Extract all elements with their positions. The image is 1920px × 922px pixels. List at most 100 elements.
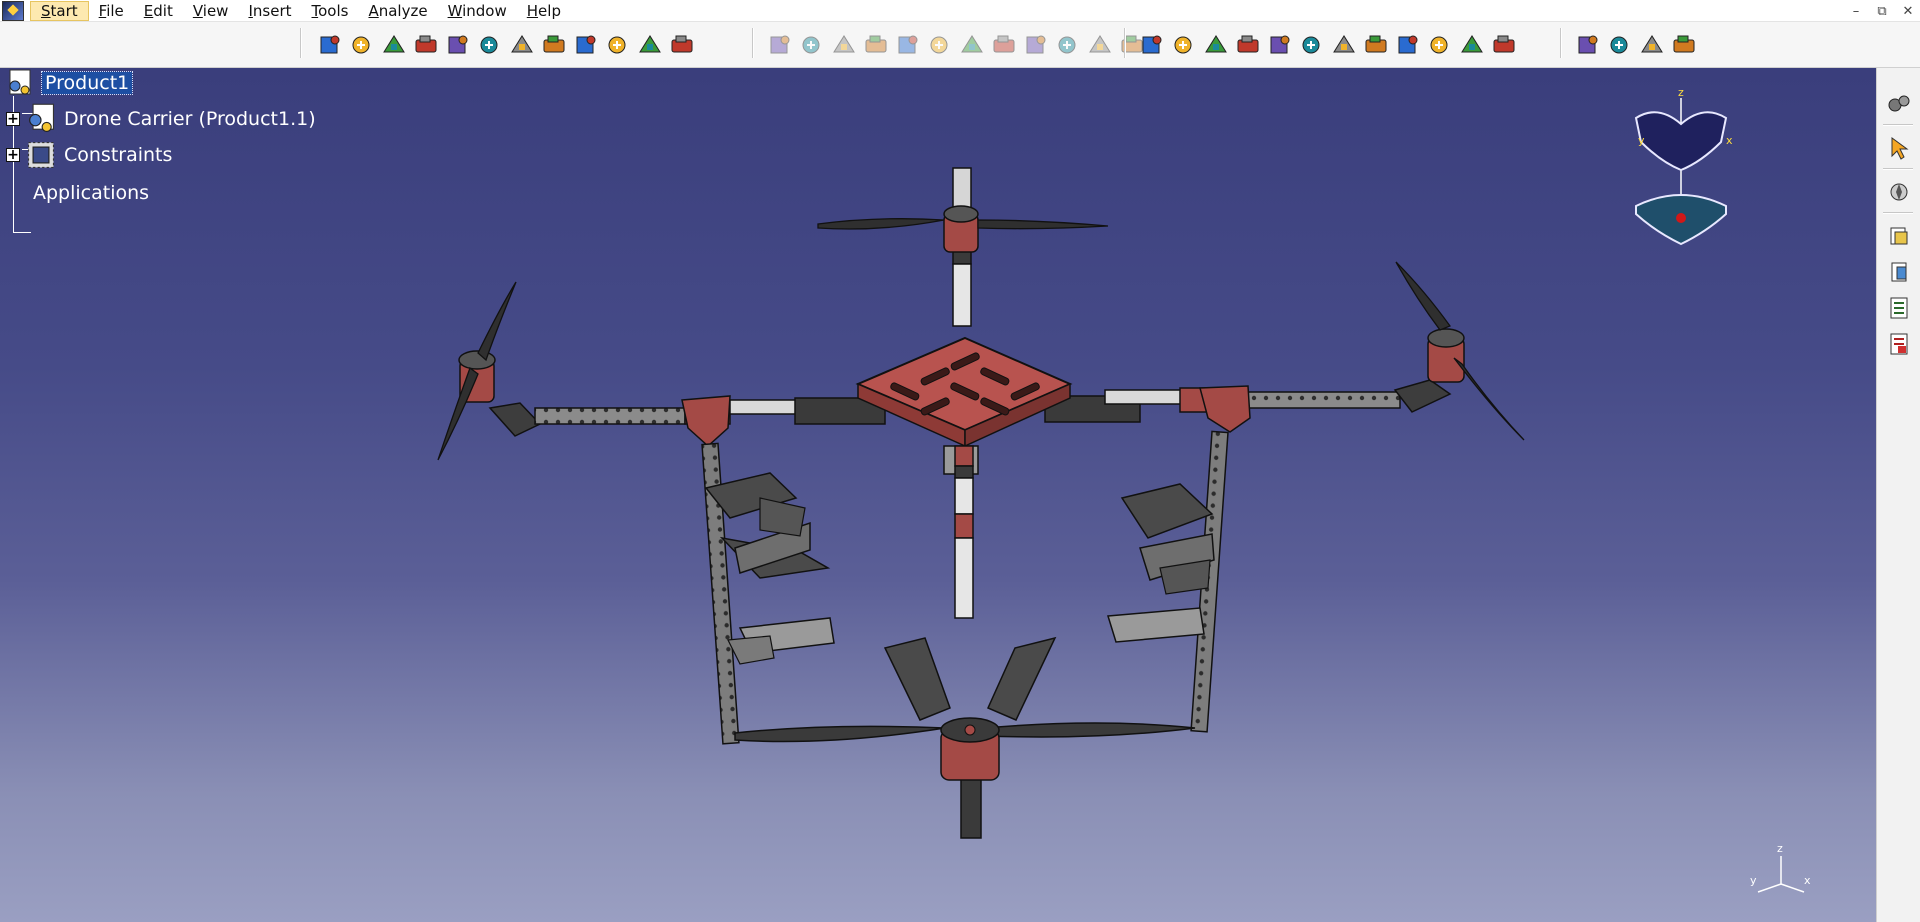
tree-node-product1[interactable]: Product1 [6, 68, 134, 98]
component-icon [29, 103, 55, 133]
body-icon[interactable] [1885, 258, 1913, 286]
main-toolbar [0, 22, 1920, 68]
compass-y-label: y [1638, 134, 1645, 147]
tree-node-constraints[interactable]: + Constraints [6, 138, 172, 172]
tree-label-drone-carrier[interactable]: Drone Carrier (Product1.1) [64, 108, 316, 130]
tree-connector [13, 232, 31, 233]
iso-view-icon[interactable] [572, 31, 600, 59]
3d-viewport[interactable]: Product1 + Drone Carrier (Product1.1) + … [0, 68, 1876, 922]
right-motor [1395, 261, 1525, 441]
menu-edit[interactable]: Edit [134, 0, 183, 22]
menu-analyze[interactable]: Analyze [358, 0, 437, 22]
center-plate [855, 336, 1073, 448]
gears-icon[interactable] [1885, 90, 1913, 118]
axis-y-label: y [1750, 874, 1757, 887]
hide-show-icon[interactable] [636, 31, 664, 59]
compass-widget[interactable]: z x y [1626, 84, 1736, 254]
left-landing-leg [681, 395, 835, 745]
snap-icon[interactable] [798, 31, 826, 59]
rear-motor [940, 717, 1000, 781]
part-icon[interactable] [1885, 222, 1913, 250]
fast-instantiation-icon[interactable] [1298, 31, 1326, 59]
fly-mode-icon[interactable] [316, 31, 344, 59]
render-style-icon[interactable] [604, 31, 632, 59]
sparkle-icon[interactable] [1670, 31, 1698, 59]
axis-z-label: z [1777, 842, 1783, 855]
toolbar-separator [1883, 212, 1913, 214]
tree-node-applications[interactable]: Applications [33, 182, 149, 204]
front-motor [817, 205, 1109, 253]
new-product-icon[interactable] [1054, 31, 1082, 59]
close-icon[interactable]: ✕ [1900, 4, 1916, 19]
compass-icon[interactable] [1885, 178, 1913, 206]
compass-z-label: z [1678, 86, 1684, 99]
explode-icon[interactable] [830, 31, 858, 59]
axis-x-label: x [1804, 874, 1811, 887]
menu-window[interactable]: Window [438, 0, 517, 22]
tree-label-product1[interactable]: Product1 [40, 71, 134, 95]
menu-insert[interactable]: Insert [238, 0, 301, 22]
move-icon[interactable] [1362, 31, 1390, 59]
fix-icon[interactable] [1638, 31, 1666, 59]
manage-representations-icon[interactable] [1234, 31, 1262, 59]
measure-icon[interactable] [926, 31, 954, 59]
fit-all-icon[interactable] [348, 31, 376, 59]
menu-help[interactable]: Help [517, 0, 571, 22]
analysis-toolbar [1574, 28, 1698, 62]
simulation-icon[interactable] [1606, 31, 1634, 59]
sectioning-icon[interactable] [1426, 31, 1454, 59]
update-icon[interactable] [958, 31, 986, 59]
menu-view[interactable]: View [183, 0, 239, 22]
toolbar-separator [300, 28, 302, 58]
pan-icon[interactable] [380, 31, 408, 59]
rotate-icon[interactable] [412, 31, 440, 59]
constraints-toolbar [766, 28, 1146, 62]
swap-visible-icon[interactable] [668, 31, 696, 59]
reorder-icon[interactable] [1330, 31, 1358, 59]
clash-icon[interactable] [1394, 31, 1422, 59]
restore-icon[interactable]: ⧉ [1874, 4, 1890, 19]
graph-tree-icon[interactable] [1138, 31, 1166, 59]
menu-tools[interactable]: Tools [302, 0, 359, 22]
menu-file[interactable]: File [89, 0, 134, 22]
view-toolbar [316, 28, 696, 62]
selective-load-icon[interactable] [1202, 31, 1230, 59]
bill-of-material-icon[interactable] [894, 31, 922, 59]
tree-icon[interactable] [1885, 294, 1913, 322]
zoom-in-icon[interactable] [444, 31, 472, 59]
tree-label-applications[interactable]: Applications [33, 182, 149, 204]
normal-view-icon[interactable] [508, 31, 536, 59]
generate-numbering-icon[interactable] [1170, 31, 1198, 59]
multi-instantiation-icon[interactable] [1266, 31, 1294, 59]
tree-node-drone-carrier[interactable]: + Drone Carrier (Product1.1) [6, 102, 316, 136]
window-controls: – ⧉ ✕ [1848, 0, 1916, 22]
tree-update-icon[interactable] [1885, 330, 1913, 358]
select-icon[interactable] [1885, 134, 1913, 162]
zoom-out-icon[interactable] [476, 31, 504, 59]
left-motor [437, 281, 517, 461]
minimize-icon[interactable]: – [1848, 4, 1864, 19]
menu-bar: Start File Edit View Insert Tools Analyz… [0, 0, 1920, 22]
analyze-icon[interactable] [1574, 31, 1602, 59]
existing-component-icon[interactable] [990, 31, 1018, 59]
distance-icon[interactable] [1458, 31, 1486, 59]
expand-icon[interactable]: + [6, 148, 20, 162]
manipulate-icon[interactable] [766, 31, 794, 59]
new-component-icon[interactable] [1086, 31, 1114, 59]
menu-start[interactable]: Start [30, 0, 89, 21]
catalog-icon[interactable] [1490, 31, 1518, 59]
constraints-icon [27, 141, 55, 169]
right-toolbar [1876, 68, 1920, 922]
toolbar-separator [752, 28, 754, 58]
toolbar-separator [1883, 168, 1913, 170]
axis-triad: z x y [1750, 842, 1811, 893]
tree-label-constraints[interactable]: Constraints [64, 144, 172, 166]
multi-view-icon[interactable] [540, 31, 568, 59]
expand-icon[interactable]: + [6, 112, 20, 126]
stop-manipulation-icon[interactable] [862, 31, 890, 59]
catia-logo-icon[interactable] [2, 0, 24, 21]
right-landing-leg [1107, 385, 1251, 733]
new-part-icon[interactable] [1022, 31, 1050, 59]
specification-tree: Product1 + Drone Carrier (Product1.1) + … [0, 68, 360, 248]
compass-x-label: x [1726, 134, 1733, 147]
